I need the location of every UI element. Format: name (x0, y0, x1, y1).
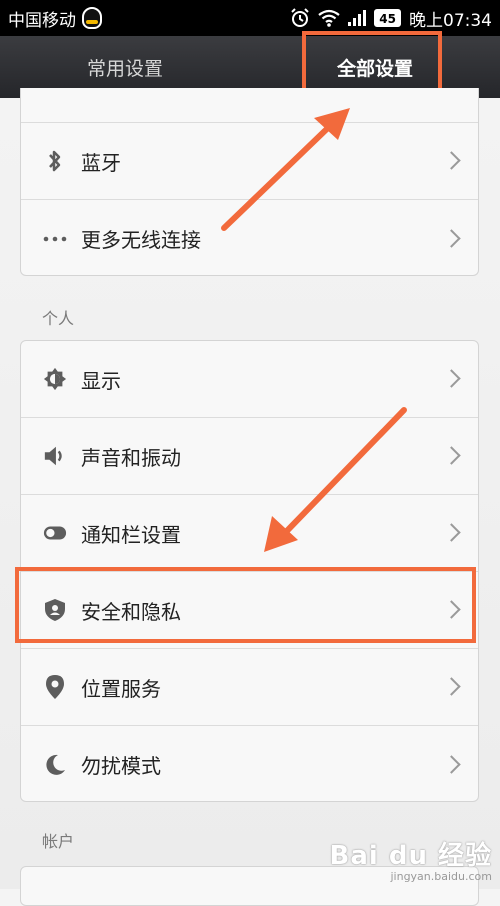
chevron-right-icon (442, 677, 461, 696)
settings-item-label: 更多无线连接 (81, 228, 201, 252)
more-dots-icon (43, 227, 67, 251)
chevron-right-icon (442, 754, 461, 774)
settings-item-security-privacy[interactable]: 安全和隐私 (21, 572, 478, 649)
clock-time: 晚上07:34 (409, 10, 492, 31)
settings-item-label: 勿扰模式 (81, 754, 161, 778)
settings-item-do-not-disturb[interactable]: 勿扰模式 (21, 726, 478, 801)
moon-icon (43, 753, 67, 777)
wireless-group: 蓝牙 更多无线连接 (20, 88, 479, 276)
toggle-icon (43, 521, 67, 545)
signal-strength-icon (348, 10, 367, 26)
wifi-icon (318, 9, 340, 27)
settings-item-display[interactable]: 显示 (21, 341, 478, 418)
status-bar: 中国移动 45 晚上07:34 (0, 0, 500, 36)
battery-icon: 45 (374, 9, 401, 27)
settings-item-bluetooth[interactable]: 蓝牙 (21, 123, 478, 200)
settings-item-more-wireless[interactable]: 更多无线连接 (21, 200, 478, 275)
settings-item-label: 安全和隐私 (81, 599, 181, 624)
bluetooth-icon (43, 149, 67, 173)
speaker-icon (43, 444, 67, 468)
status-right: 45 晚上07:34 (290, 6, 492, 31)
settings-item-label: 通知栏设置 (81, 522, 181, 547)
carrier-group: 中国移动 (8, 6, 102, 31)
chevron-right-icon (442, 446, 461, 465)
settings-item-label: 显示 (81, 368, 121, 393)
brightness-icon (43, 367, 67, 391)
chevron-right-icon (442, 228, 461, 248)
chevron-right-icon (442, 523, 461, 542)
tab-all-settings-label: 全部设置 (336, 57, 413, 80)
settings-item-label: 声音和振动 (81, 445, 181, 470)
settings-item-notification-bar[interactable]: 通知栏设置 (21, 495, 478, 572)
settings-item-sound[interactable]: 声音和振动 (21, 418, 478, 495)
shield-icon (43, 598, 67, 622)
chevron-right-icon (442, 600, 461, 619)
settings-item-label: 蓝牙 (81, 150, 121, 175)
section-header-account: 帐户 (42, 832, 75, 851)
qq-icon (82, 7, 102, 29)
chevron-right-icon (442, 151, 461, 170)
watermark-url: jingyan.baidu.com (390, 870, 492, 883)
personal-group: 显示 声音和振动 通知栏设置 安全和隐私 位置服务 勿扰模式 (20, 340, 479, 802)
settings-item-label: 位置服务 (81, 676, 161, 701)
section-header-personal: 个人 (42, 309, 75, 328)
carrier-name: 中国移动 (8, 10, 76, 31)
alarm-clock-icon (291, 8, 310, 27)
location-pin-icon (43, 675, 67, 699)
watermark-brand: Bai du 经验 (329, 841, 492, 871)
settings-item-location[interactable]: 位置服务 (21, 649, 478, 726)
chevron-right-icon (442, 369, 461, 388)
baidu-jingyan-watermark: Bai du 经验 jingyan.baidu.com (330, 835, 493, 883)
previous-item-partial (21, 88, 478, 123)
